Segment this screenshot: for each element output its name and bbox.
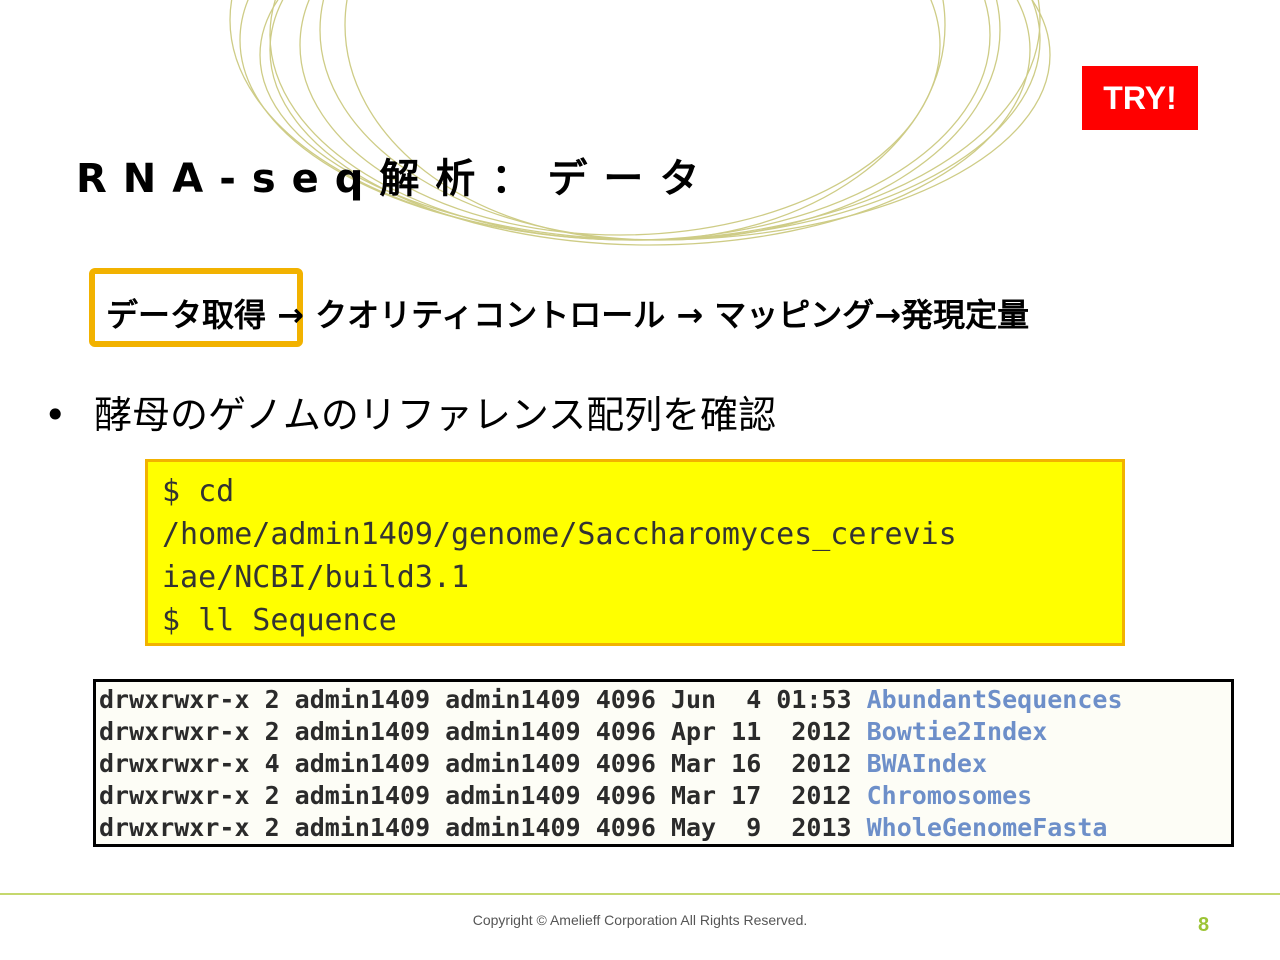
workflow-rest: → クオリティコントロール → マッピング→発現定量	[266, 296, 1030, 334]
listing-meta: drwxrwxr-x 2 admin1409 admin1409 4096 Ma…	[99, 813, 867, 842]
listing-dir-name: BWAIndex	[866, 749, 988, 778]
command-line: iae/NCBI/build3.1	[162, 560, 470, 595]
listing-dir-name: Bowtie2Index	[866, 717, 1048, 746]
listing-dir-name: WholeGenomeFasta	[866, 813, 1108, 842]
listing-meta: drwxrwxr-x 2 admin1409 admin1409 4096 Ap…	[99, 717, 867, 746]
copyright-text: Copyright © Amelieff Corporation All Rig…	[472, 912, 808, 928]
bullet-item: • 酵母のゲノムのリファレンス配列を確認	[44, 384, 776, 439]
page-number: 8	[1198, 914, 1210, 936]
command-line: $ ll Sequence	[162, 603, 397, 638]
slide-title: RNA-seq解析：データ	[76, 156, 716, 202]
listing-dir-name: Chromosomes	[866, 781, 1033, 810]
listing-meta: drwxrwxr-x 2 admin1409 admin1409 4096 Ma…	[99, 781, 867, 810]
footer-divider	[0, 893, 1280, 895]
directory-listing: drwxrwxr-x 2 admin1409 admin1409 4096 Ju…	[93, 679, 1234, 847]
command-line: /home/admin1409/genome/Saccharomyces_cer…	[162, 517, 957, 552]
listing-dir-name: AbundantSequences	[866, 685, 1123, 714]
listing-row: drwxrwxr-x 2 admin1409 admin1409 4096 Ap…	[99, 716, 1228, 748]
workflow-steps: データ取得 → クオリティコントロール → マッピング→発現定量	[106, 290, 1029, 336]
listing-row: drwxrwxr-x 2 admin1409 admin1409 4096 Ju…	[99, 684, 1228, 716]
bullet-marker: •	[44, 393, 67, 437]
listing-meta: drwxrwxr-x 4 admin1409 admin1409 4096 Ma…	[99, 749, 867, 778]
command-line: $ cd	[162, 474, 235, 509]
listing-row: drwxrwxr-x 2 admin1409 admin1409 4096 Ma…	[99, 780, 1228, 812]
bullet-text: 酵母のゲノムのリファレンス配列を確認	[94, 393, 777, 437]
listing-row: drwxrwxr-x 4 admin1409 admin1409 4096 Ma…	[99, 748, 1228, 780]
command-box: $ cd /home/admin1409/genome/Saccharomyce…	[145, 459, 1125, 646]
try-badge: TRY!	[1082, 66, 1198, 130]
listing-meta: drwxrwxr-x 2 admin1409 admin1409 4096 Ju…	[99, 685, 867, 714]
workflow-current-step: データ取得	[106, 296, 267, 334]
listing-row: drwxrwxr-x 2 admin1409 admin1409 4096 Ma…	[99, 812, 1228, 844]
